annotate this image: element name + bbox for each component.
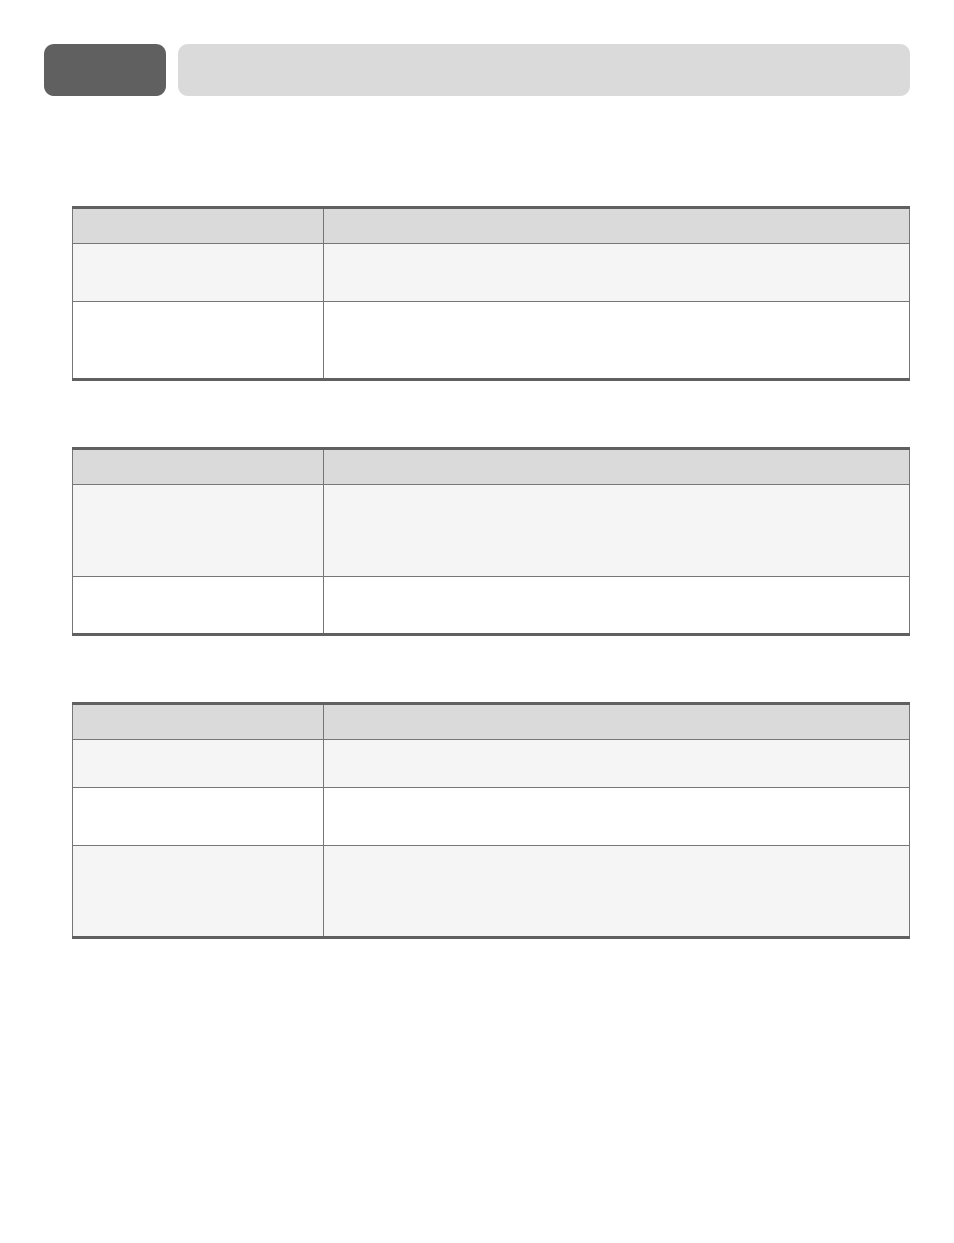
table-cell <box>324 788 910 846</box>
table-header-row <box>73 449 910 485</box>
table-cell <box>324 244 910 302</box>
header-badge <box>44 44 166 96</box>
table-col-header <box>73 208 324 244</box>
table-cell <box>73 846 324 938</box>
gap <box>72 381 910 447</box>
table-row <box>73 577 910 635</box>
table-cell <box>73 577 324 635</box>
table-a <box>72 206 910 381</box>
header-title-block <box>178 44 910 96</box>
table-cell <box>324 577 910 635</box>
table-col-header <box>73 704 324 740</box>
table-row <box>73 485 910 577</box>
table-cell <box>324 485 910 577</box>
content <box>44 206 910 939</box>
table-col-header <box>324 208 910 244</box>
table-row <box>73 846 910 938</box>
table-cell <box>324 740 910 788</box>
table-row <box>73 302 910 380</box>
table-row <box>73 244 910 302</box>
table-row <box>73 788 910 846</box>
table-cell <box>324 302 910 380</box>
table-cell <box>73 485 324 577</box>
table-cell <box>73 740 324 788</box>
table-cell <box>73 788 324 846</box>
table-row <box>73 740 910 788</box>
table-b <box>72 447 910 636</box>
table-header-row <box>73 208 910 244</box>
table-col-header <box>73 449 324 485</box>
table-col-header <box>324 704 910 740</box>
gap <box>72 636 910 702</box>
table-header-row <box>73 704 910 740</box>
table-col-header <box>324 449 910 485</box>
page <box>0 0 954 1243</box>
table-c <box>72 702 910 939</box>
table-cell <box>73 302 324 380</box>
table-cell <box>324 846 910 938</box>
table-cell <box>73 244 324 302</box>
header-bar <box>44 44 910 96</box>
